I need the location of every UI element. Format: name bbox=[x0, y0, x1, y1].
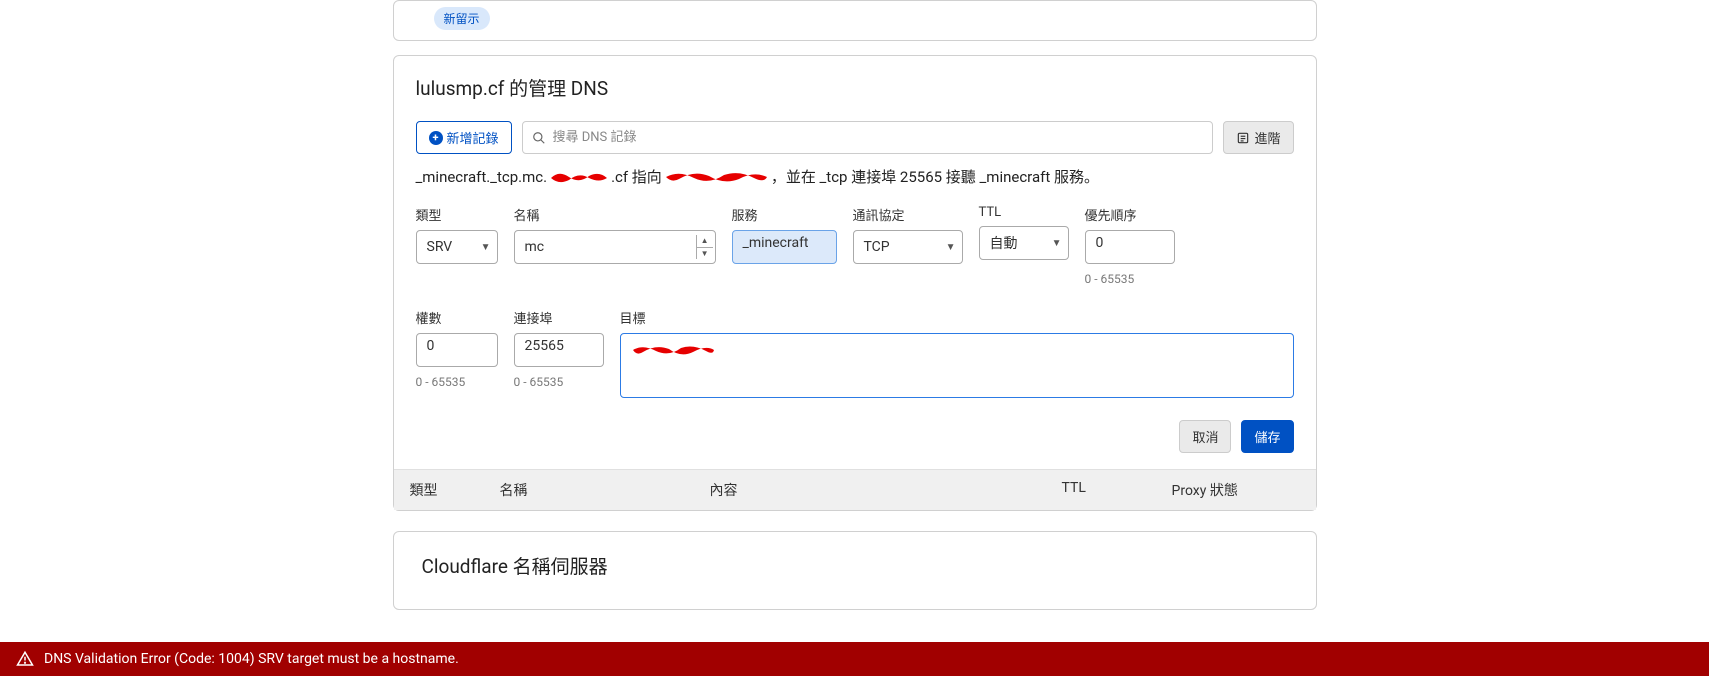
label-priority: 優先順序 bbox=[1085, 205, 1175, 224]
priority-hint: 0 - 65535 bbox=[1085, 272, 1175, 286]
error-message: DNS Validation Error (Code: 1004) SRV ta… bbox=[44, 651, 459, 667]
search-wrap bbox=[522, 121, 1214, 154]
advanced-label: 進階 bbox=[1254, 128, 1280, 147]
toolbar: + 新增記錄 進階 bbox=[416, 121, 1294, 154]
list-icon bbox=[1236, 131, 1250, 145]
search-icon bbox=[532, 131, 546, 145]
field-type: 類型 SRV ▼ bbox=[416, 205, 498, 264]
field-port: 連接埠 25565 0 - 65535 bbox=[514, 308, 604, 389]
port-input[interactable]: 25565 bbox=[514, 333, 604, 367]
redacted-target bbox=[664, 168, 769, 186]
weight-hint: 0 - 65535 bbox=[416, 375, 498, 389]
port-hint: 0 - 65535 bbox=[514, 375, 604, 389]
label-port: 連接埠 bbox=[514, 308, 604, 327]
plus-icon: + bbox=[429, 131, 443, 145]
chevron-down-icon: ▼ bbox=[1052, 238, 1062, 249]
label-service: 服務 bbox=[732, 205, 837, 224]
chevron-down-icon: ▼ bbox=[481, 242, 491, 253]
form-actions: 取消 儲存 bbox=[416, 420, 1294, 453]
search-input[interactable] bbox=[522, 121, 1214, 154]
chevron-down-icon: ▼ bbox=[946, 242, 956, 253]
protocol-select[interactable]: TCP ▼ bbox=[853, 230, 963, 264]
add-record-button[interactable]: + 新增記錄 bbox=[416, 121, 512, 154]
panel-title: lulusmp.cf 的管理 DNS bbox=[416, 74, 1294, 101]
field-name: 名稱 mc ▲▼ bbox=[514, 205, 716, 264]
label-type: 類型 bbox=[416, 205, 498, 224]
redacted-domain bbox=[549, 168, 609, 186]
field-service: 服務 _minecraft bbox=[732, 205, 837, 264]
save-button[interactable]: 儲存 bbox=[1241, 420, 1293, 453]
ns-title: Cloudflare 名稱伺服器 bbox=[422, 552, 1288, 579]
record-summary: _minecraft._tcp.mc. .cf 指向 ，並在 _tcp 連接埠 … bbox=[416, 166, 1294, 187]
cancel-button[interactable]: 取消 bbox=[1179, 420, 1231, 453]
add-record-label: 新增記錄 bbox=[447, 128, 499, 147]
priority-input[interactable]: 0 bbox=[1085, 230, 1175, 264]
label-ttl: TTL bbox=[979, 205, 1069, 220]
stepper-icon[interactable]: ▲▼ bbox=[696, 235, 713, 259]
redacted-target-value bbox=[631, 342, 716, 358]
label-weight: 權數 bbox=[416, 308, 498, 327]
th-type: 類型 bbox=[394, 480, 484, 500]
error-banner: DNS Validation Error (Code: 1004) SRV ta… bbox=[0, 642, 1709, 676]
warning-icon bbox=[16, 650, 34, 668]
form-row-1: 類型 SRV ▼ 名稱 mc ▲▼ 服務 _minecraft bbox=[416, 205, 1294, 286]
label-target: 目標 bbox=[620, 308, 1294, 327]
type-select[interactable]: SRV ▼ bbox=[416, 230, 498, 264]
weight-input[interactable]: 0 bbox=[416, 333, 498, 367]
form-row-2: 權數 0 0 - 65535 連接埠 25565 0 - 65535 目標 bbox=[416, 308, 1294, 398]
target-input[interactable] bbox=[620, 333, 1294, 398]
field-ttl: TTL 自動 ▼ bbox=[979, 205, 1069, 260]
top-panel: 新留示 bbox=[393, 0, 1317, 41]
th-proxy: Proxy 狀態 bbox=[1156, 480, 1316, 500]
dns-management-panel: lulusmp.cf 的管理 DNS + 新增記錄 進階 _minecraft.… bbox=[393, 55, 1317, 511]
advanced-button[interactable]: 進階 bbox=[1223, 121, 1293, 154]
label-protocol: 通訊協定 bbox=[853, 205, 963, 224]
dns-table-header: 類型 名稱 內容 TTL Proxy 狀態 bbox=[394, 469, 1316, 510]
field-protocol: 通訊協定 TCP ▼ bbox=[853, 205, 963, 264]
label-name: 名稱 bbox=[514, 205, 716, 224]
th-content: 內容 bbox=[694, 480, 1046, 500]
notice-badge: 新留示 bbox=[434, 7, 490, 30]
name-input[interactable]: mc ▲▼ bbox=[514, 230, 716, 264]
nameserver-panel: Cloudflare 名稱伺服器 bbox=[393, 531, 1317, 610]
ttl-select[interactable]: 自動 ▼ bbox=[979, 226, 1069, 260]
th-ttl: TTL bbox=[1046, 480, 1156, 500]
service-input[interactable]: _minecraft bbox=[732, 230, 837, 264]
field-target: 目標 bbox=[620, 308, 1294, 398]
field-weight: 權數 0 0 - 65535 bbox=[416, 308, 498, 389]
field-priority: 優先順序 0 0 - 65535 bbox=[1085, 205, 1175, 286]
th-name: 名稱 bbox=[484, 480, 694, 500]
